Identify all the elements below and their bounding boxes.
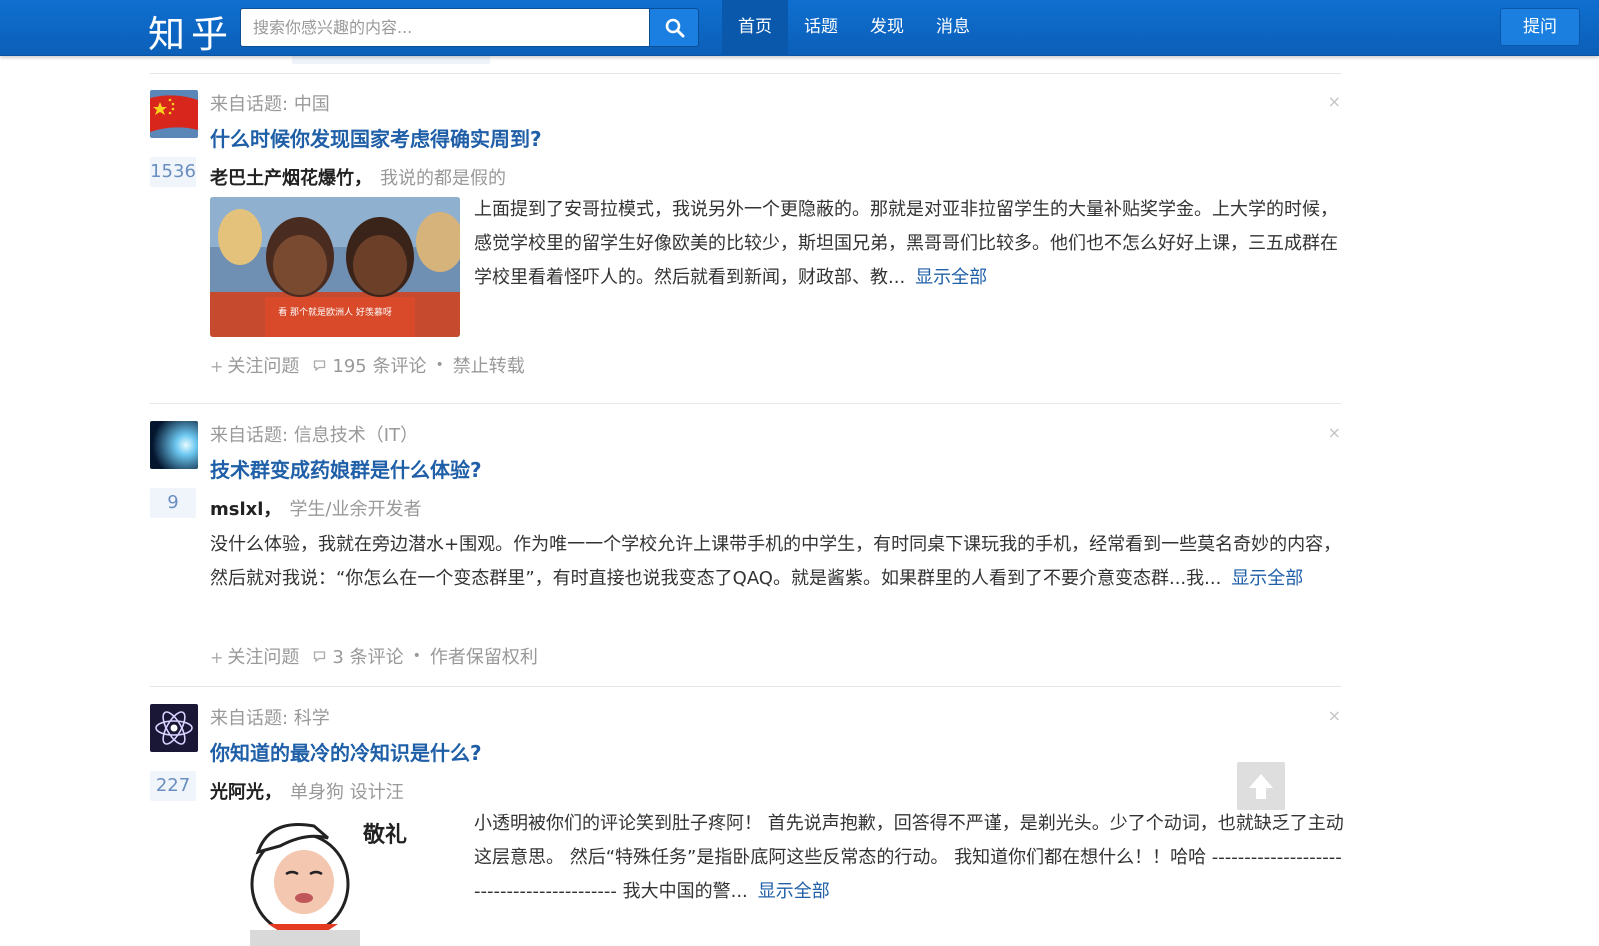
answer-excerpt: 没什么体验，我就在旁边潜水+围观。作为唯一一个学校允许上课带手机的中学生，有时同… — [210, 528, 1345, 596]
zhihu-logo[interactable]: 知乎 — [148, 4, 234, 58]
nav-explore[interactable]: 发现 — [854, 0, 920, 56]
search-icon — [665, 18, 685, 38]
answer-meta: + 关注问题 3 条评论 • 作者保留权利 — [210, 643, 538, 669]
excerpt-text: 上面提到了安哥拉模式，我说另外一个更隐蔽的。那就是对亚非拉留学生的大量补贴奖学金… — [474, 199, 1338, 288]
feed-divider — [150, 73, 1341, 74]
topic-avatar-it-glow[interactable] — [150, 421, 198, 469]
nav-messages[interactable]: 消息 — [920, 0, 986, 56]
topic-link[interactable]: 科学 — [294, 708, 330, 729]
vote-count[interactable]: 9 — [150, 488, 196, 518]
reprint-rights: 禁止转载 — [452, 356, 525, 377]
author-line: mslxl， 学生/业余开发者 — [210, 495, 422, 521]
meta-separator: • — [412, 648, 421, 664]
follow-label: 关注问题 — [227, 356, 300, 377]
plus-icon: + — [210, 357, 224, 376]
search-button[interactable] — [649, 8, 699, 47]
ask-question-button[interactable]: 提问 — [1500, 8, 1580, 46]
topic-avatar-china-flag[interactable] — [150, 90, 198, 138]
main-nav: 首页 话题 发现 消息 — [722, 0, 986, 56]
author-bio: 学生/业余开发者 — [289, 499, 422, 520]
author-line: 老巴土产烟花爆竹， 我说的都是假的 — [210, 164, 506, 190]
show-all-link[interactable]: 显示全部 — [758, 881, 830, 902]
dismiss-icon[interactable]: × — [1328, 706, 1341, 725]
excerpt-text: 没什么体验，我就在旁边潜水+围观。作为唯一一个学校允许上课带手机的中学生，有时同… — [210, 534, 1342, 589]
top-navigation-bar: 知乎 首页 话题 发现 消息 提问 — [0, 0, 1599, 56]
feed-item: 来自话题: 中国 × 什么时候你发现国家考虑得确实周到? 1536 老巴土产烟花… — [150, 90, 1341, 390]
topic-avatar-atom[interactable] — [150, 704, 198, 752]
feed-divider — [150, 403, 1341, 404]
plus-icon: + — [210, 648, 224, 667]
follow-label: 关注问题 — [227, 647, 300, 668]
comments-button[interactable]: 3 条评论 — [299, 643, 404, 669]
follow-question-button[interactable]: + 关注问题 — [210, 352, 299, 378]
answer-meta: + 关注问题 195 条评论 • 禁止转载 — [210, 352, 525, 378]
question-title[interactable]: 你知道的最冷的冷知识是什么? — [210, 737, 482, 766]
author-name[interactable]: 老巴土产烟花爆竹， — [210, 168, 372, 189]
vote-count[interactable]: 1536 — [150, 157, 196, 187]
thumb-caption: 看 那个就是欧洲人 好羡慕呀 — [278, 306, 392, 318]
author-bio: 我说的都是假的 — [380, 168, 506, 189]
nav-home[interactable]: 首页 — [722, 0, 788, 56]
comments-button[interactable]: 195 条评论 — [299, 352, 426, 378]
search-input[interactable] — [240, 8, 650, 47]
topic-prefix: 来自话题: — [210, 94, 289, 115]
question-title[interactable]: 技术群变成药娘群是什么体验? — [210, 454, 482, 483]
vote-count[interactable]: 227 — [150, 771, 196, 801]
author-name[interactable]: 光阿光， — [210, 782, 282, 803]
author-bio: 单身狗 设计汪 — [290, 782, 404, 803]
dismiss-icon[interactable]: × — [1328, 92, 1341, 111]
show-all-link[interactable]: 显示全部 — [1231, 568, 1303, 589]
topic-source: 来自话题: 科学 — [210, 704, 330, 730]
comment-bubble-icon — [313, 356, 326, 377]
comment-bubble-icon — [313, 647, 326, 668]
reprint-rights: 作者保留权利 — [429, 647, 538, 668]
back-to-top-button[interactable] — [1237, 762, 1285, 810]
dismiss-icon[interactable]: × — [1328, 423, 1341, 442]
topic-prefix: 来自话题: — [210, 708, 289, 729]
comment-count: 3 条评论 — [332, 647, 404, 668]
feed-divider — [150, 686, 1341, 687]
feed-item: 来自话题: 科学 × 你知道的最冷的冷知识是什么? 227 光阿光， 单身狗 设计… — [150, 704, 1344, 946]
answer-thumbnail[interactable]: 敬礼 — [210, 812, 460, 946]
answer-excerpt: 小透明被你们的评论笑到肚子疼阿！ 首先说声抱歉，回答得不严谨，是剃光头。少了个动… — [474, 807, 1344, 909]
topic-link[interactable]: 信息技术（IT） — [294, 425, 418, 446]
author-line: 光阿光， 单身狗 设计汪 — [210, 778, 404, 804]
show-all-link[interactable]: 显示全部 — [915, 267, 987, 288]
topic-source: 来自话题: 信息技术（IT） — [210, 421, 418, 447]
author-name[interactable]: mslxl， — [210, 499, 281, 520]
question-title[interactable]: 什么时候你发现国家考虑得确实周到? — [210, 123, 542, 152]
meta-separator: • — [435, 357, 444, 373]
excerpt-text: 小透明被你们的评论笑到肚子疼阿！ 首先说声抱歉，回答得不严谨，是剃光头。少了个动… — [474, 813, 1344, 902]
arrow-up-icon — [1249, 774, 1273, 799]
thumb-caption: 敬礼 — [362, 822, 407, 848]
follow-question-button[interactable]: + 关注问题 — [210, 643, 299, 669]
topic-source: 来自话题: 中国 — [210, 90, 330, 116]
answer-excerpt: 上面提到了安哥拉模式，我说另外一个更隐蔽的。那就是对亚非拉留学生的大量补贴奖学金… — [474, 193, 1344, 295]
topic-link[interactable]: 中国 — [294, 94, 330, 115]
answer-thumbnail[interactable]: 看 那个就是欧洲人 好羡慕呀 — [210, 197, 460, 337]
feed-item: 来自话题: 信息技术（IT） × 技术群变成药娘群是什么体验? 9 mslxl，… — [150, 421, 1341, 686]
nav-topics[interactable]: 话题 — [788, 0, 854, 56]
topic-prefix: 来自话题: — [210, 425, 289, 446]
comment-count: 195 条评论 — [332, 356, 427, 377]
